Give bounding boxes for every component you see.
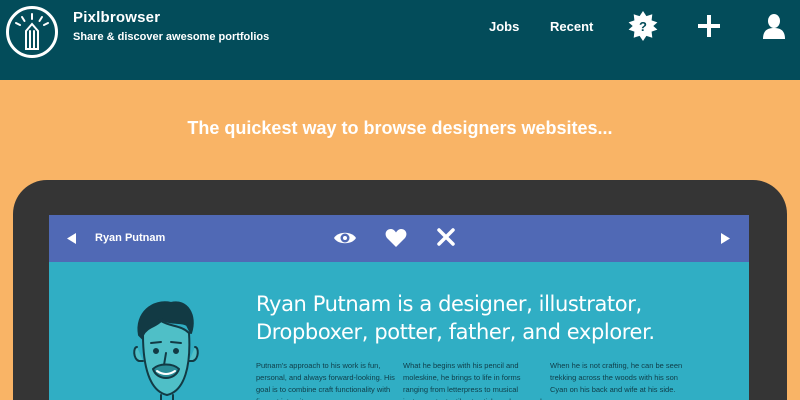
eye-icon[interactable]	[333, 228, 357, 248]
nav-jobs-link[interactable]: Jobs	[489, 19, 519, 34]
bio-column-1: Putnam's approach to his work is fun, pe…	[256, 361, 395, 400]
user-icon[interactable]	[762, 13, 786, 39]
plus-icon[interactable]	[697, 14, 721, 38]
tablet-screen: Ryan Putnam Ryan Putnam is a designer, i…	[49, 215, 749, 400]
close-icon[interactable]	[437, 228, 455, 246]
heart-icon[interactable]	[385, 228, 407, 248]
viewer-toolbar: Ryan Putnam	[49, 215, 749, 262]
help-badge-icon[interactable]: ?	[628, 11, 658, 41]
nav-recent-link[interactable]: Recent	[550, 19, 593, 34]
hero-headline: The quickest way to browse designers web…	[187, 118, 613, 138]
designer-intro-text: Ryan Putnam is a designer, illustrator, …	[256, 292, 655, 344]
chevron-left-icon[interactable]	[65, 232, 77, 245]
pencil-logo-icon[interactable]	[6, 6, 58, 58]
brand-name[interactable]: Pixlbrowser	[73, 9, 160, 26]
help-badge-text: ?	[639, 19, 647, 34]
brand-tagline: Share & discover awesome portfolios	[73, 31, 270, 43]
chevron-right-icon[interactable]	[720, 232, 732, 245]
bio-column-2: What he begins with his pencil and moles…	[403, 361, 542, 400]
viewer-designer-name: Ryan Putnam	[95, 232, 166, 244]
designer-portrait-illustration	[131, 295, 201, 400]
bio-column-3: When he is not crafting, he can be seen …	[550, 361, 683, 394]
top-header: Pixlbrowser Share & discover awesome por…	[0, 0, 800, 80]
